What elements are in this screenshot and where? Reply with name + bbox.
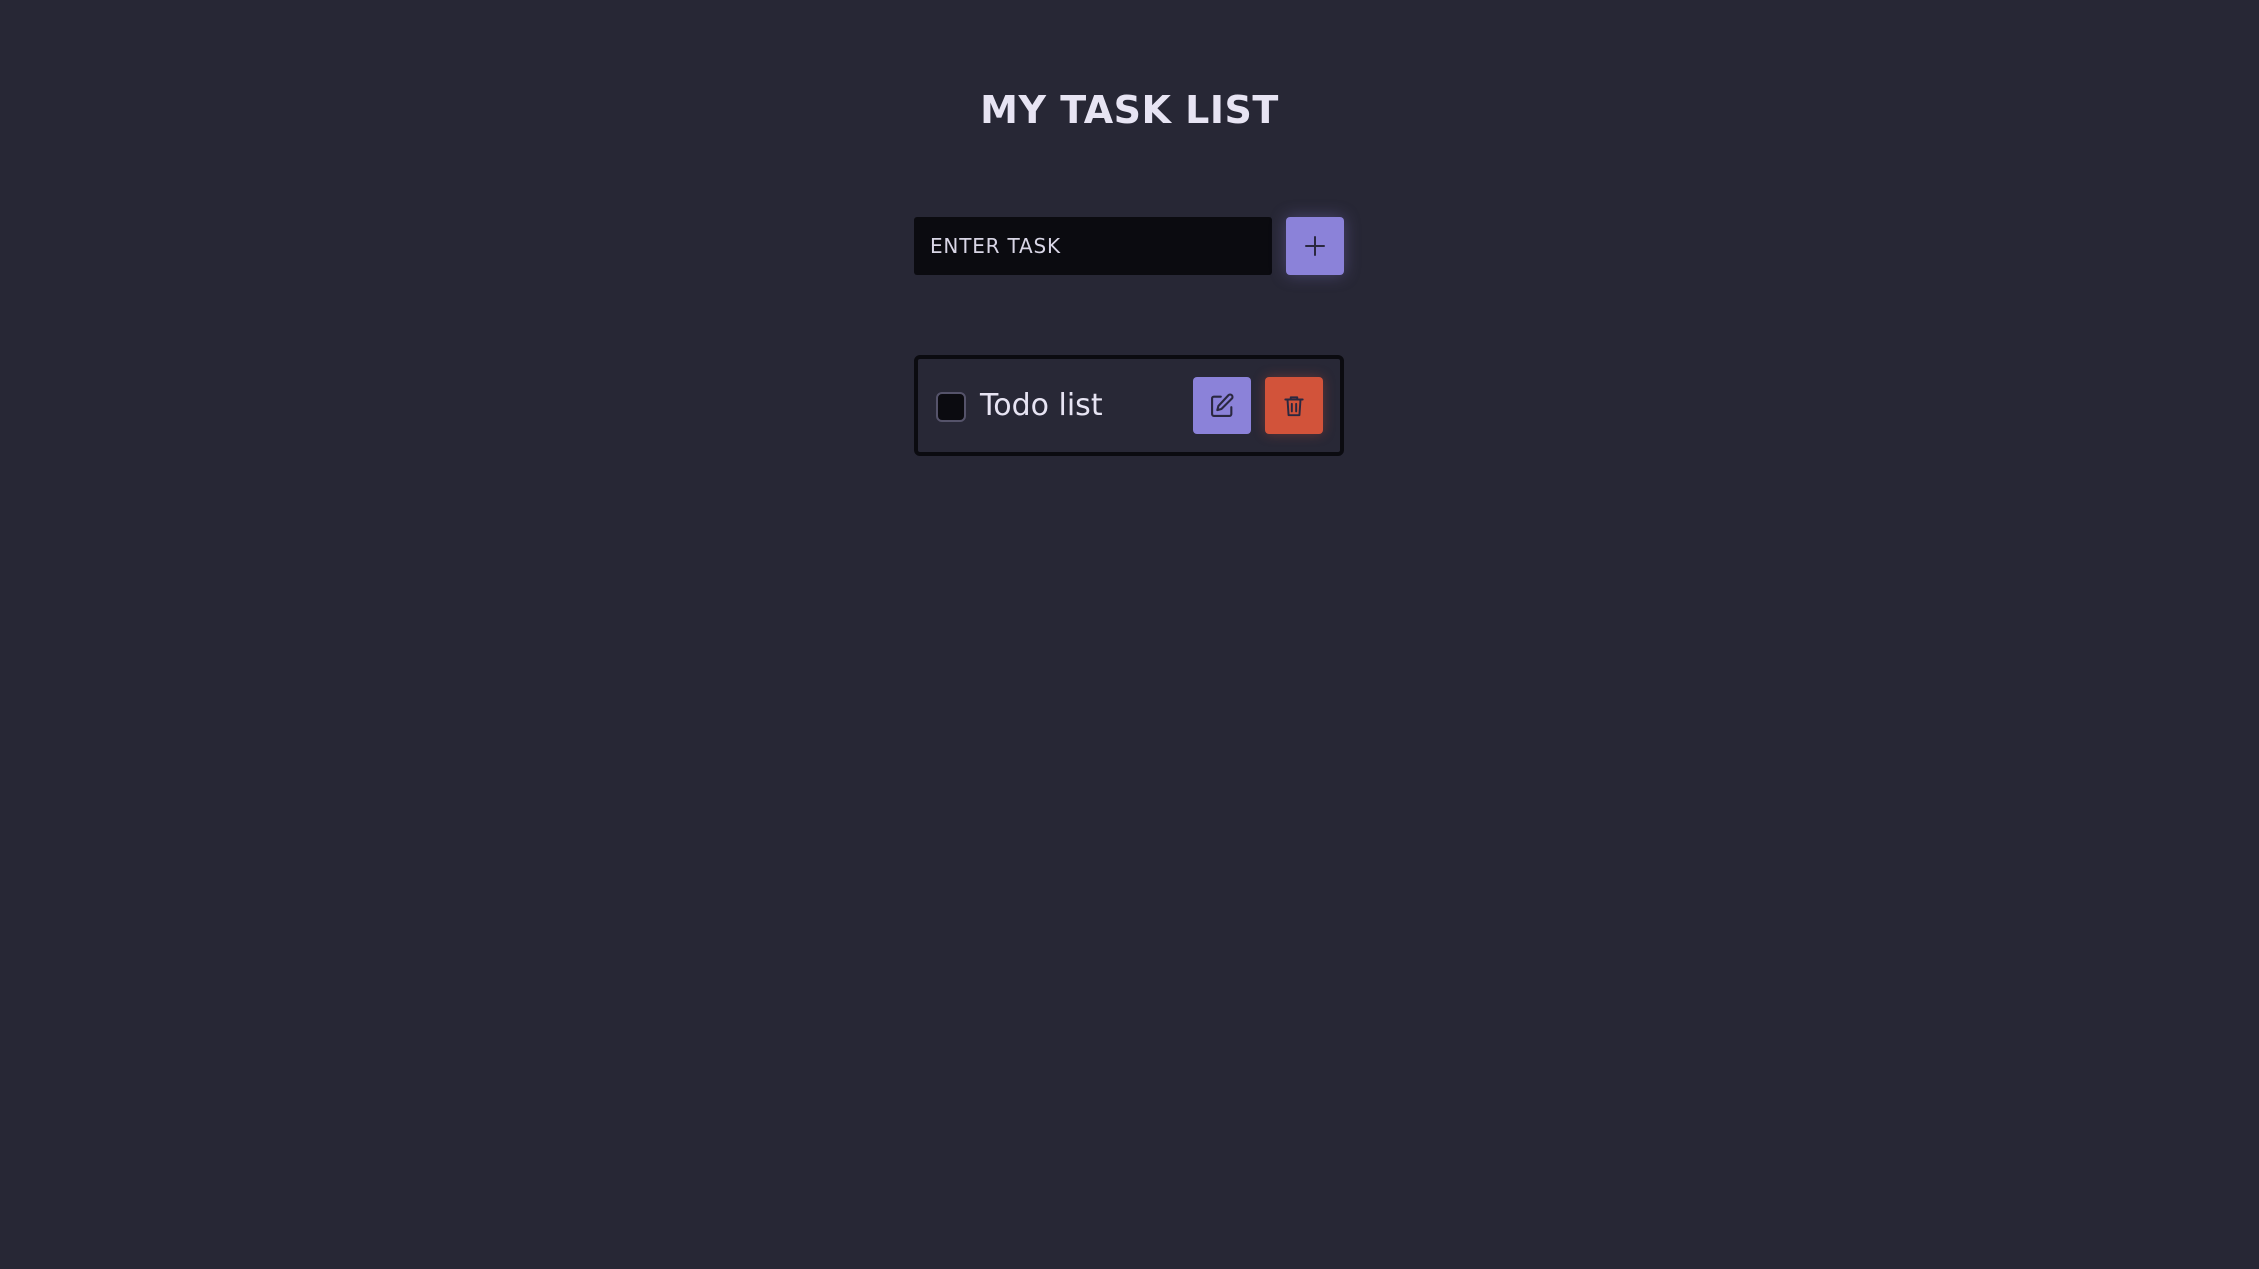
task-input[interactable] (914, 217, 1272, 275)
task-text: Todo list (980, 388, 1103, 423)
edit-task-button[interactable] (1193, 377, 1251, 434)
plus-icon (1303, 234, 1327, 258)
add-task-button[interactable] (1286, 217, 1344, 275)
task-checkbox[interactable] (936, 392, 966, 422)
page-title: MY TASK LIST (980, 88, 1279, 132)
add-task-form (914, 217, 1344, 275)
edit-icon (1208, 392, 1236, 420)
task-item: Todo list (914, 355, 1344, 456)
delete-task-button[interactable] (1265, 377, 1323, 434)
trash-icon (1281, 393, 1307, 419)
